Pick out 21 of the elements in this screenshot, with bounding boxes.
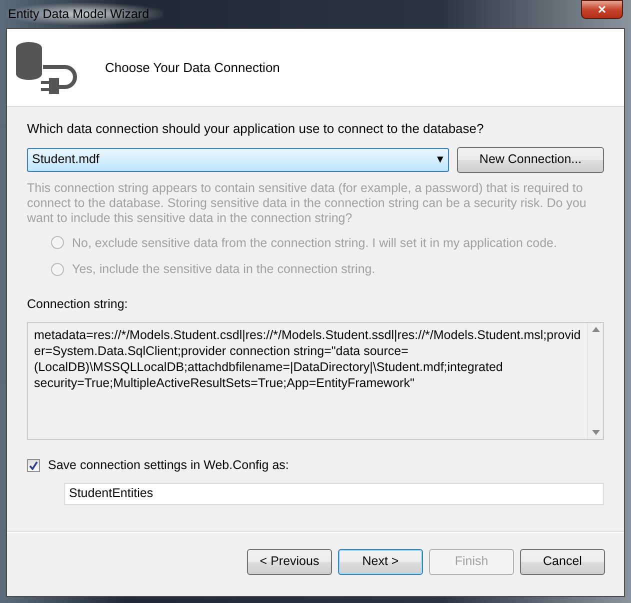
scroll-down-arrow-icon[interactable] (592, 430, 600, 435)
close-button[interactable]: × (581, 0, 623, 19)
entity-name-field[interactable]: StudentEntities (64, 482, 604, 504)
connection-string-box[interactable]: metadata=res://*/Models.Student.csdl|res://*/Models.Student.ssdl|res://*/Models.Student.msl;provider=System.Data.SqlClient;provider connection string="data source=(LocalDB)\MSSQLLocalDB;attachdbfilename=|DataDirectory|\Student.mdf;integrated security=True;MultipleActiveResultSets=True;App=EntityFramework" (27, 322, 604, 440)
sensitive-data-note: This connection string appears to contain sensitive data (for example, a password) that is required to connect to the database. Storing sensitive data in the connection string can be a security risk. Do you want to include this sensitive data in the connection string? (27, 180, 588, 226)
wizard-button[interactable]: Next > (338, 548, 423, 574)
wizard-button[interactable]: < Previous (247, 548, 332, 574)
save-settings-label: Save connection settings in Web.Config as: (48, 456, 289, 474)
page-title: Choose Your Data Connection (105, 58, 280, 77)
window-title: Entity Data Model Wizard (6, 2, 164, 26)
radio-label: Yes, include the sensitive data in the connection string. (72, 261, 376, 278)
scrollbar[interactable] (587, 322, 603, 439)
new-connection-button[interactable]: New Connection... (457, 146, 604, 172)
wizard-button[interactable]: Cancel (520, 548, 605, 574)
question-label: Which data connection should your application use to connect to the database? (27, 120, 485, 138)
database-plug-icon (15, 40, 79, 96)
radio-label: No, exclude sensitive data from the connection string. I will set it in my application code. (72, 234, 557, 252)
connection-string-label: Connection string: (27, 296, 129, 313)
scroll-up-arrow-icon[interactable] (592, 326, 600, 332)
save-settings-checkbox[interactable] (27, 458, 40, 472)
connection-dropdown[interactable]: Student.mdf ▾ (27, 148, 449, 172)
